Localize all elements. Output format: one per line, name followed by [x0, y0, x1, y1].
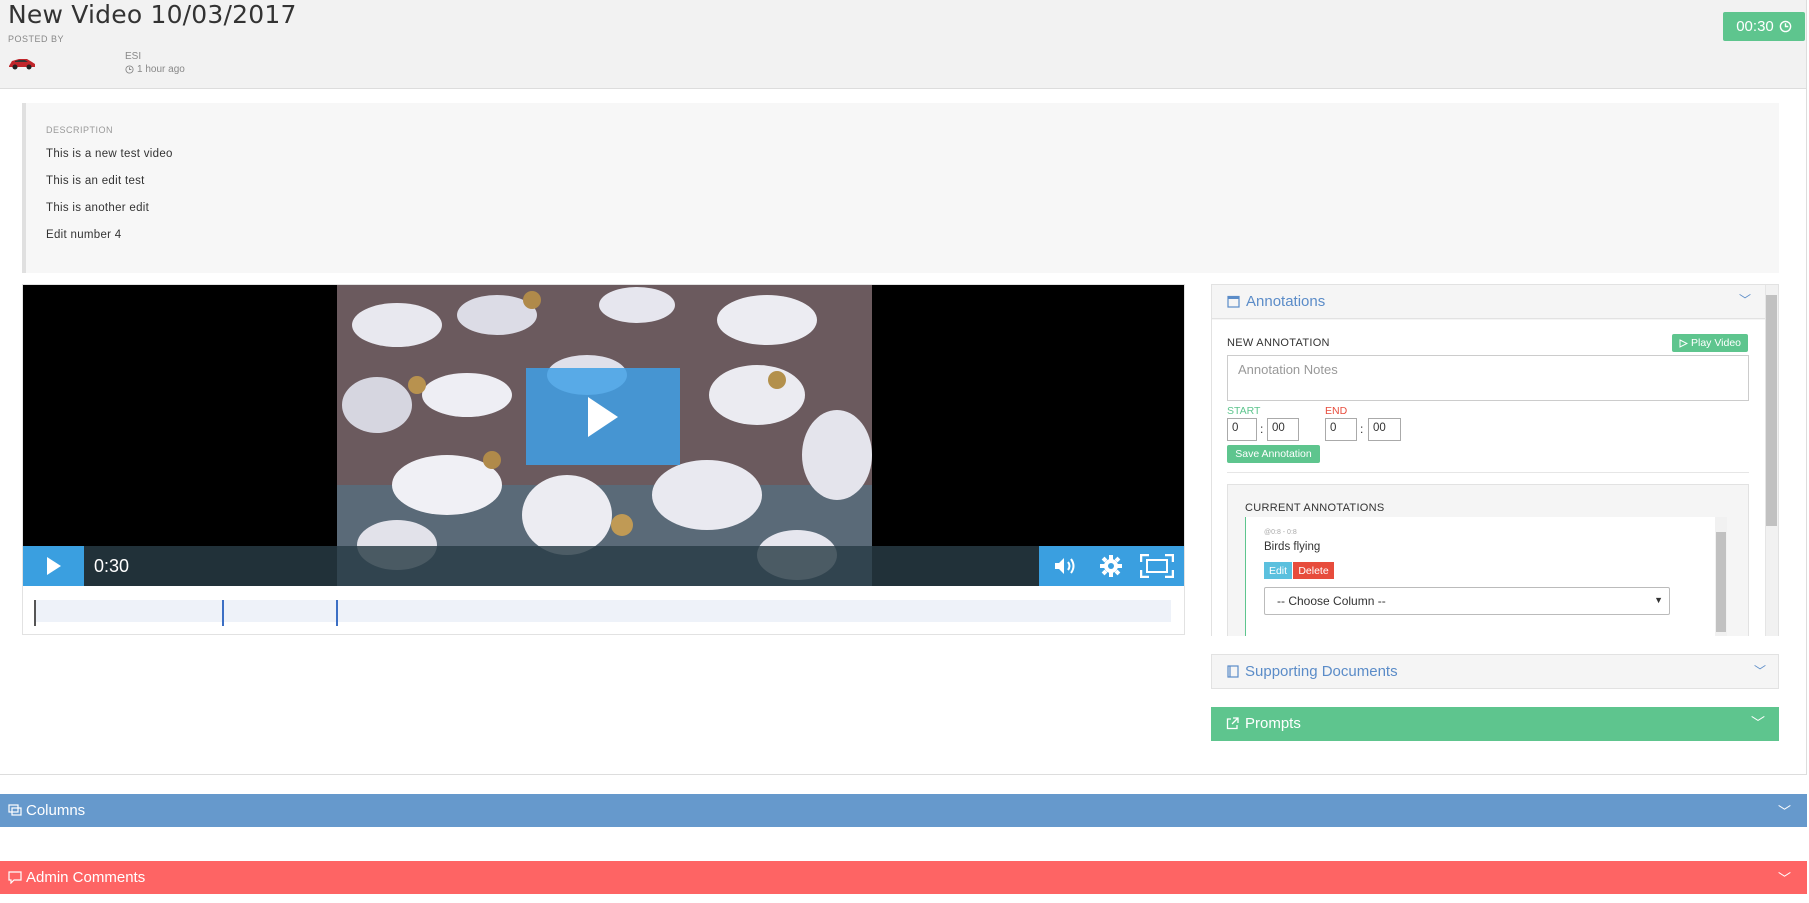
timer-badge: 00:30 — [1723, 12, 1805, 41]
admin-comments-label: Admin Comments — [26, 869, 146, 886]
supporting-documents-panel[interactable]: Supporting Documents ﹀ — [1211, 654, 1779, 689]
play-outline-icon — [1679, 338, 1688, 348]
columns-section-header[interactable]: Columns ﹀ — [0, 794, 1807, 827]
page-title: New Video 10/03/2017 — [8, 0, 297, 29]
columns-label: Columns — [26, 802, 86, 819]
description-line: This is another edit — [46, 202, 150, 214]
play-icon — [588, 396, 618, 437]
play-icon — [46, 557, 61, 575]
timer-value: 00:30 — [1736, 18, 1774, 35]
prompts-panel[interactable]: Prompts ﹀ — [1211, 707, 1779, 741]
time-separator: : — [1360, 422, 1364, 436]
supporting-documents-label: Supporting Documents — [1245, 663, 1398, 680]
admin-comments-section-header[interactable]: Admin Comments ﹀ — [0, 861, 1807, 894]
volume-icon — [1054, 558, 1075, 574]
prompts-title: Prompts — [1226, 715, 1301, 732]
description-line: This is a new test video — [46, 148, 173, 160]
gear-icon — [1100, 555, 1123, 577]
chevron-down-icon[interactable]: ﹀ — [1778, 868, 1791, 887]
annotations-body: NEW ANNOTATION Play Video Annotation Not… — [1212, 320, 1765, 636]
description-block: DESCRIPTION This is a new test video Thi… — [22, 103, 1779, 273]
description-line: This is an edit test — [46, 175, 145, 187]
description-label: DESCRIPTION — [46, 125, 114, 135]
choose-column-value: -- Choose Column -- — [1277, 594, 1386, 608]
post-header: New Video 10/03/2017 POSTED BY ESI 1 hou… — [0, 0, 1807, 89]
start-seconds-input[interactable]: 00 — [1267, 418, 1299, 441]
annotations-title: Annotations — [1227, 293, 1325, 310]
play-video-label: Play Video — [1690, 337, 1741, 349]
current-time: 0:30 — [94, 556, 130, 576]
annotations-header[interactable]: Annotations ﹀ — [1212, 285, 1767, 319]
posted-by-label: POSTED BY — [8, 34, 65, 44]
save-annotation-button[interactable]: Save Annotation — [1227, 445, 1320, 463]
fullscreen-button[interactable] — [1137, 546, 1177, 586]
annotation-list: @0:8 - 0:8 Birds flying Edit Delete -- C… — [1245, 517, 1727, 636]
chevron-down-icon[interactable]: ﹀ — [1751, 713, 1765, 733]
chevron-down-icon[interactable]: ﹀ — [1754, 662, 1766, 679]
annotation-timeline[interactable] — [34, 600, 1171, 626]
edit-annotation-button[interactable]: Edit — [1264, 562, 1292, 579]
play-button[interactable] — [23, 546, 84, 586]
calendar-icon — [1227, 295, 1240, 308]
play-video-button[interactable]: Play Video — [1672, 334, 1748, 352]
scrollbar-thumb[interactable] — [1766, 295, 1777, 526]
end-minutes-input[interactable]: 0 — [1325, 418, 1357, 441]
timeline-marker[interactable] — [336, 600, 338, 626]
clock-icon — [125, 65, 134, 74]
timeline-marker[interactable] — [222, 600, 224, 626]
document-icon — [1227, 665, 1239, 678]
big-play-button[interactable] — [526, 368, 680, 465]
delete-annotation-button[interactable]: Delete — [1293, 562, 1334, 579]
new-annotation-label: NEW ANNOTATION — [1227, 337, 1330, 349]
timeline-marker — [34, 600, 36, 626]
columns-icon — [8, 804, 22, 816]
annotation-text: Birds flying — [1264, 541, 1321, 553]
choose-column-select[interactable]: -- Choose Column -- ▼ — [1264, 587, 1670, 615]
player-right-controls — [1039, 546, 1184, 586]
dropdown-arrow-icon: ▼ — [1654, 595, 1663, 605]
clock-icon — [1779, 20, 1792, 33]
end-seconds-input[interactable]: 00 — [1368, 418, 1401, 441]
video-player-container: 0:30 — [22, 284, 1185, 635]
fullscreen-icon — [1140, 554, 1175, 578]
columns-title: Columns — [8, 802, 85, 819]
page: New Video 10/03/2017 POSTED BY ESI 1 hou… — [0, 0, 1809, 903]
avatar — [7, 54, 37, 72]
annotations-scrollbar[interactable] — [1765, 285, 1778, 636]
annotations-panel: Annotations ﹀ NEW ANNOTATION Play Video … — [1211, 284, 1779, 636]
external-link-icon — [1226, 717, 1239, 730]
settings-button[interactable] — [1091, 546, 1131, 586]
scrollbar-thumb[interactable] — [1716, 532, 1726, 632]
post-time: 1 hour ago — [125, 64, 185, 75]
description-line: Edit number 4 — [46, 229, 122, 241]
end-label: END — [1325, 405, 1348, 417]
annotation-time-range: @0:8 - 0:8 — [1264, 529, 1297, 536]
time-ago-text: 1 hour ago — [137, 64, 185, 75]
current-annotations-label: CURRENT ANNOTATIONS — [1245, 502, 1385, 514]
supporting-documents-title: Supporting Documents — [1227, 663, 1398, 680]
volume-button[interactable] — [1046, 546, 1086, 586]
comment-icon — [8, 871, 22, 884]
annotations-title-text: Annotations — [1246, 293, 1326, 310]
annotation-list-scrollbar[interactable] — [1715, 517, 1727, 636]
divider — [1227, 472, 1749, 473]
chevron-down-icon[interactable]: ﹀ — [1739, 291, 1751, 308]
start-label: START — [1227, 405, 1261, 417]
time-separator: : — [1260, 422, 1264, 436]
start-minutes-input[interactable]: 0 — [1227, 418, 1257, 441]
player-controls: 0:30 — [23, 546, 1184, 586]
chevron-down-icon[interactable]: ﹀ — [1778, 801, 1791, 820]
prompts-label: Prompts — [1245, 715, 1301, 732]
video-player[interactable]: 0:30 — [23, 285, 1184, 586]
admin-comments-title: Admin Comments — [8, 869, 145, 886]
annotation-notes-input[interactable]: Annotation Notes — [1227, 355, 1749, 401]
author-name: ESI — [125, 51, 142, 62]
current-annotations-box: CURRENT ANNOTATIONS @0:8 - 0:8 Birds fly… — [1227, 484, 1749, 636]
